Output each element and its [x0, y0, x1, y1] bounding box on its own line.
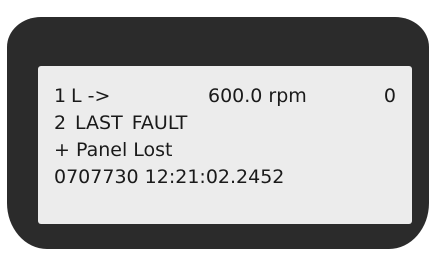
fault-name-row: + Panel Lost: [54, 137, 396, 164]
reference-number: 1: [54, 85, 67, 107]
fault-number: 2: [54, 112, 67, 134]
timestamp-row: 0707730 12:21:02.2452: [54, 164, 396, 191]
fault-title: LAST FAULT: [75, 112, 188, 134]
fault-header-row: 2 LAST FAULT: [54, 110, 396, 137]
status-value: 0: [383, 85, 396, 107]
status-row: 1 L -> 600.0 rpm 0: [54, 83, 396, 110]
fault-timestamp: 0707730 12:21:02.2452: [54, 166, 285, 188]
lcd-display: 1 L -> 600.0 rpm 0 2 LAST FAULT + Panel …: [38, 66, 412, 224]
fault-name: + Panel Lost: [54, 139, 173, 161]
control-location: L ->: [71, 85, 111, 107]
speed-value: 600.0 rpm: [208, 85, 307, 107]
